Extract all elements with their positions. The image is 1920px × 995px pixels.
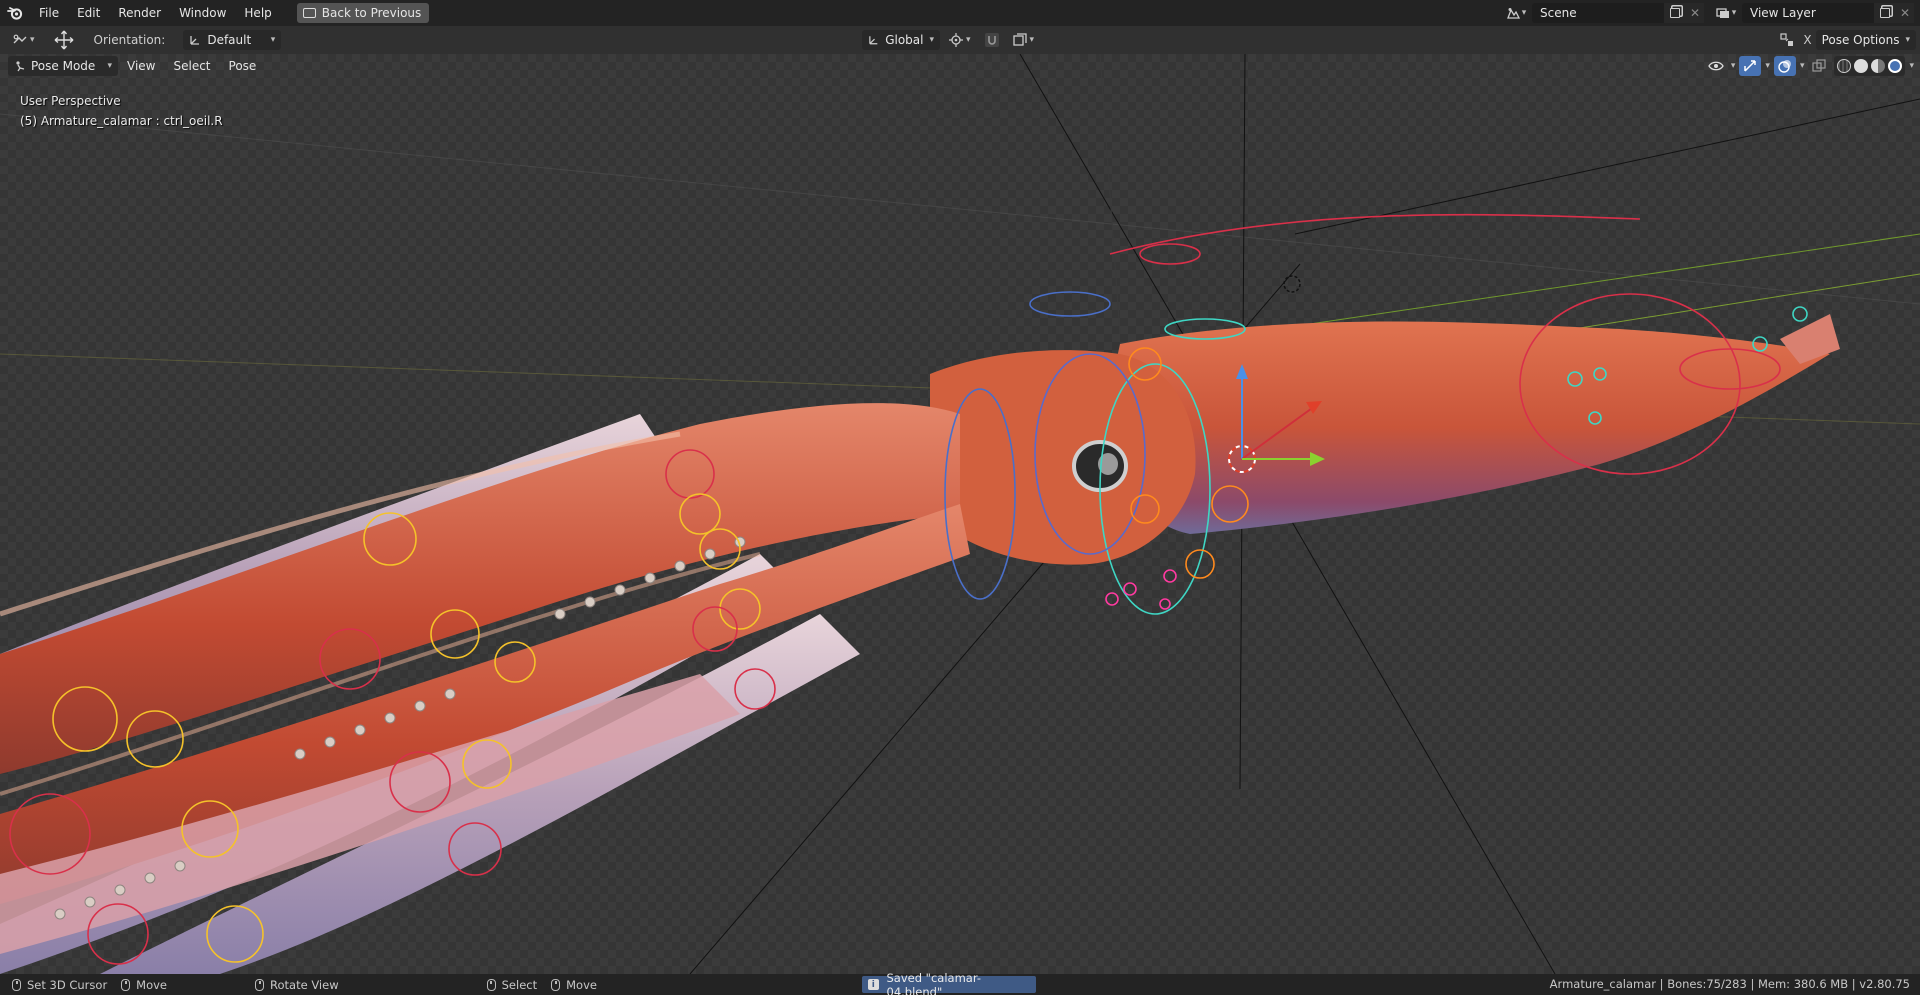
active-object-label: (5) Armature_calamar : ctrl_oeil.R [20, 114, 223, 128]
workspace-selectors: ▾ Scene ✕ ▾ View Layer ✕ [1500, 0, 1920, 26]
snap-element-icon [1012, 33, 1027, 46]
new-view-layer-icon[interactable] [1874, 3, 1896, 23]
interaction-mode-dropdown[interactable]: Pose Mode ▾ [8, 56, 118, 76]
editor-type-icon [13, 34, 27, 44]
hint-label: Move [566, 977, 597, 992]
gizmo-toggle-icon[interactable] [1739, 56, 1762, 76]
squid-head [930, 350, 1196, 565]
screen-icon [302, 8, 316, 18]
view-layer-name-field[interactable]: View Layer [1742, 3, 1874, 23]
menu-help[interactable]: Help [235, 3, 280, 23]
rendered-shading-icon[interactable] [1888, 59, 1903, 73]
back-to-previous-button[interactable]: Back to Previous [296, 3, 430, 23]
pose-mode-icon [16, 61, 25, 72]
menu-file[interactable]: File [30, 3, 68, 23]
pose-options-dropdown[interactable]: Pose Options ▾ [1815, 30, 1916, 50]
scene-selector: ▾ Scene ✕ [1500, 3, 1704, 23]
info-icon: i [868, 979, 879, 990]
viewport-menu-pose[interactable]: Pose [220, 59, 266, 73]
pivot-point-dropdown[interactable]: ▾ [944, 29, 976, 51]
viewport-shading-controls: ▾ ▾ ▾ ▾ [1705, 56, 1914, 76]
top-menu-bar: File Edit Render Window Help Back to Pre… [0, 0, 1920, 26]
hint-rotate-view: Rotate View [255, 978, 339, 992]
move-tool-icon[interactable] [48, 29, 80, 51]
scene-browse-icon[interactable]: ▾ [1500, 3, 1532, 23]
menu-edit[interactable]: Edit [68, 3, 109, 23]
hint-label: Set 3D Cursor [27, 977, 108, 992]
tool-settings-header: ▾ Orientation: Default ▾ Global ▾ ▾ ▾ X [0, 26, 1920, 54]
view-layer-browse-icon[interactable]: ▾ [1710, 3, 1742, 23]
interaction-mode-value: Pose Mode [31, 59, 96, 73]
transform-orientation-dropdown[interactable]: Global ▾ [862, 30, 940, 50]
transform-tools: Global ▾ ▾ ▾ [862, 29, 1039, 51]
mouse-right-icon [551, 978, 561, 991]
back-to-previous-label: Back to Previous [321, 6, 422, 20]
view-layer-selector: ▾ View Layer ✕ [1710, 3, 1914, 23]
scene-statistics: Armature_calamar | Bones:75/283 | Mem: 3… [1549, 977, 1910, 991]
solid-shading-icon[interactable] [1854, 59, 1869, 73]
editor-type-dropdown[interactable]: ▾ [8, 29, 40, 51]
menu-render[interactable]: Render [109, 3, 170, 23]
visibility-eye-icon[interactable] [1705, 56, 1727, 76]
mouse-left-icon [486, 978, 496, 991]
hint-label: Select [501, 977, 538, 992]
new-scene-icon[interactable] [1664, 3, 1686, 23]
snap-element-dropdown[interactable]: ▾ [1008, 29, 1040, 51]
hint-label: Move [136, 977, 168, 992]
wireframe-shading-icon[interactable] [1837, 59, 1852, 73]
mouse-middle-icon [255, 978, 265, 991]
viewport-menu-view[interactable]: View [118, 59, 164, 73]
snap-magnet-icon [984, 33, 999, 47]
status-bar: Set 3D Cursor Move Rotate View Select Mo… [0, 971, 1920, 995]
global-axis-icon [869, 36, 878, 45]
viewport-scene [0, 54, 1920, 974]
viewport-menu-select[interactable]: Select [164, 59, 219, 73]
pose-options-label: Pose Options [1821, 33, 1900, 47]
orientation-label: Orientation: [93, 33, 166, 47]
xray-toggle-icon[interactable] [1808, 56, 1830, 76]
hint-move-2: Move [551, 978, 597, 992]
mouse-right-icon [121, 978, 131, 991]
mouse-left-icon [12, 978, 21, 991]
viewport-header: Pose Mode ▾ View Select Pose ▾ ▾ ▾ ▾ [0, 54, 1920, 78]
saved-message[interactable]: i Saved "calamar-04.blend" [862, 971, 1036, 995]
hint-set-3d-cursor: Set 3D Cursor [12, 978, 107, 992]
blender-logo-icon[interactable] [0, 0, 30, 26]
orientation-value: Default [207, 33, 252, 47]
transform-orientation-value: Global [885, 33, 924, 47]
hint-move: Move [121, 978, 167, 992]
material-shading-icon[interactable] [1871, 59, 1886, 73]
menu-window[interactable]: Window [170, 3, 235, 23]
hint-select: Select [486, 977, 538, 992]
pivot-icon [949, 33, 963, 47]
saved-message-text: Saved "calamar-04.blend" [886, 970, 981, 995]
hint-label: Rotate View [270, 977, 339, 992]
mirror-axis-icon[interactable] [1775, 29, 1799, 51]
overlays-toggle-icon[interactable] [1773, 56, 1796, 76]
scene-name-field[interactable]: Scene [1532, 3, 1664, 23]
squid-mantle [1105, 321, 1830, 534]
shading-mode-group [1834, 56, 1906, 76]
3d-viewport[interactable]: Pose Mode ▾ View Select Pose ▾ ▾ ▾ ▾ Use… [0, 54, 1920, 974]
orientation-dropdown[interactable]: Default ▾ [183, 30, 282, 50]
orientation-axis-icon [190, 36, 200, 45]
mirror-x-toggle[interactable]: X [1803, 33, 1811, 47]
snap-toggle[interactable] [980, 29, 1004, 51]
pose-header-right: X Pose Options ▾ [1775, 29, 1920, 51]
delete-scene-icon[interactable]: ✕ [1686, 3, 1704, 23]
view-name-label: User Perspective [20, 94, 121, 108]
delete-view-layer-icon[interactable]: ✕ [1896, 3, 1914, 23]
